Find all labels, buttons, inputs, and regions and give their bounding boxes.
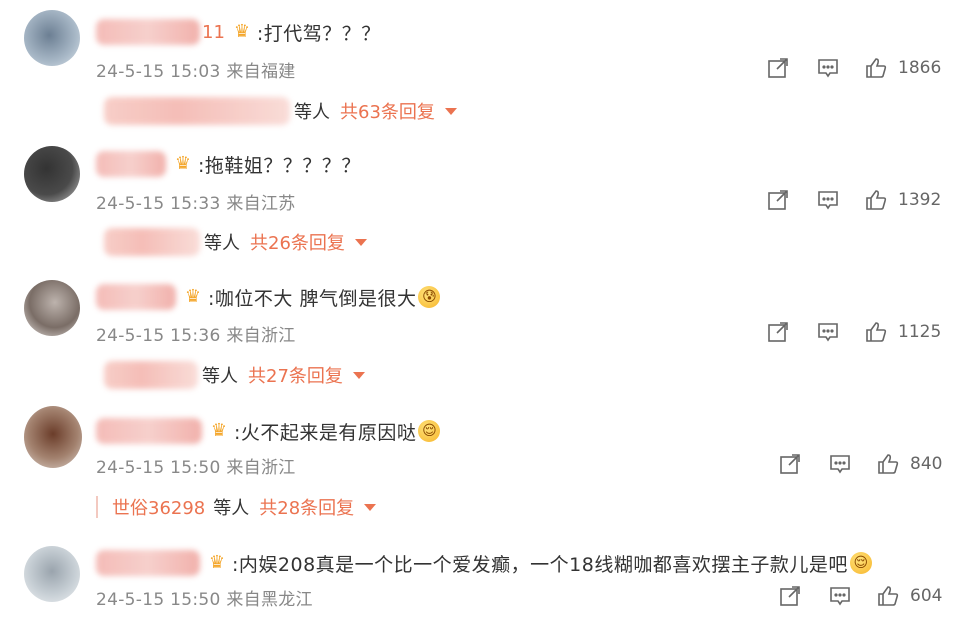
comment-meta: 24-5-15 15:33 来自江苏	[96, 194, 296, 214]
like-count: 1866	[898, 58, 942, 78]
comment-text: :咖位不大 脾气倒是很大	[208, 287, 417, 310]
replies-deng: 等人	[202, 366, 238, 387]
comment-item: ♛ :拖鞋姐？？？？？ 24-5-15 15:33 来自江苏 1392 等人 共…	[0, 132, 960, 264]
reply-user-name[interactable]: 世俗36298	[112, 494, 205, 520]
replies-total[interactable]: 共63条回复	[340, 98, 435, 124]
comment-icon[interactable]	[816, 320, 840, 344]
comment-meta: 24-5-15 15:50 来自黑龙江	[96, 590, 313, 610]
share-icon[interactable]	[778, 452, 802, 476]
replies-total[interactable]: 共27条回复	[248, 362, 343, 388]
avatar[interactable]	[24, 546, 80, 602]
emoji: 😰	[418, 286, 441, 308]
comment-icon[interactable]	[816, 188, 840, 212]
avatar[interactable]	[24, 10, 80, 66]
comment-meta: 24-5-15 15:03 来自福建	[96, 62, 296, 82]
replies-total[interactable]: 共26条回复	[250, 229, 345, 255]
replies-summary[interactable]: 等人 共27条回复	[104, 360, 365, 390]
replies-summary[interactable]: 等人 共26条回复	[104, 227, 367, 257]
like-count: 1392	[898, 190, 942, 210]
username-blurred[interactable]	[96, 151, 166, 177]
crown-icon: ♛	[184, 286, 202, 307]
replies-summary[interactable]: 世俗36298 等人 共28条回复	[112, 492, 377, 522]
like-icon[interactable]	[864, 56, 888, 80]
share-icon[interactable]	[766, 56, 790, 80]
like-count: 604	[910, 586, 943, 606]
like-icon[interactable]	[864, 320, 888, 344]
reply-divider	[96, 496, 98, 518]
avatar[interactable]	[24, 406, 82, 468]
comment-icon[interactable]	[828, 452, 852, 476]
crown-icon: ♛	[233, 21, 250, 42]
replies-deng: 等人	[204, 233, 240, 254]
comment-text: :打代驾？？？	[256, 22, 381, 45]
share-icon[interactable]	[766, 320, 790, 344]
crown-icon: ♛	[210, 420, 228, 441]
comment-icon[interactable]	[828, 584, 852, 608]
like-icon[interactable]	[876, 584, 900, 608]
replies-summary[interactable]: 等人 共63条回复	[104, 96, 457, 126]
comment-text: :火不起来是有原因哒	[234, 421, 417, 444]
caret-down-icon[interactable]	[352, 371, 365, 379]
username-suffix[interactable]: 11	[202, 22, 225, 43]
username-blurred[interactable]	[96, 418, 202, 444]
share-icon[interactable]	[766, 188, 790, 212]
emoji: 😌	[849, 552, 872, 574]
reply-users-blurred	[104, 361, 198, 389]
like-count: 840	[910, 454, 943, 474]
emoji: 😌	[418, 420, 441, 442]
comment-item: 11 ♛ :打代驾？？？ 24-5-15 15:03 来自福建 1866 等人 …	[0, 0, 960, 132]
caret-down-icon[interactable]	[354, 238, 367, 246]
comment-item: ♛ :火不起来是有原因哒 😌 24-5-15 15:50 来自浙江 840 世俗…	[0, 396, 960, 528]
comment-text: :拖鞋姐？？？？？	[198, 154, 361, 177]
share-icon[interactable]	[778, 584, 802, 608]
like-icon[interactable]	[876, 452, 900, 476]
comment-meta: 24-5-15 15:36 来自浙江	[96, 326, 296, 346]
comment-item: ♛ :内娱208真是一个比一个爱发癫，一个18线糊咖都喜欢摆主子款儿是吧 😌 2…	[0, 528, 960, 626]
crown-icon: ♛	[174, 153, 192, 174]
replies-deng: 等人	[294, 102, 330, 123]
comment-text: :内娱208真是一个比一个爱发癫，一个18线糊咖都喜欢摆主子款儿是吧	[232, 553, 848, 576]
comment-icon[interactable]	[816, 56, 840, 80]
reply-users-blurred	[104, 228, 200, 256]
like-icon[interactable]	[864, 188, 888, 212]
replies-total[interactable]: 共28条回复	[259, 494, 354, 520]
like-count: 1125	[898, 322, 942, 342]
avatar[interactable]	[24, 280, 80, 336]
comment-item: ♛ :咖位不大 脾气倒是很大 😰 24-5-15 15:36 来自浙江 1125…	[0, 264, 960, 396]
caret-down-icon[interactable]	[444, 107, 457, 115]
crown-icon: ♛	[208, 552, 226, 573]
comment-meta: 24-5-15 15:50 来自浙江	[96, 458, 296, 478]
avatar[interactable]	[24, 146, 80, 202]
reply-users-blurred	[104, 97, 290, 125]
replies-deng: 等人	[213, 498, 250, 519]
username-blurred[interactable]	[96, 19, 200, 45]
caret-down-icon[interactable]	[364, 503, 377, 511]
username-blurred[interactable]	[96, 550, 200, 576]
username-blurred[interactable]	[96, 284, 176, 310]
